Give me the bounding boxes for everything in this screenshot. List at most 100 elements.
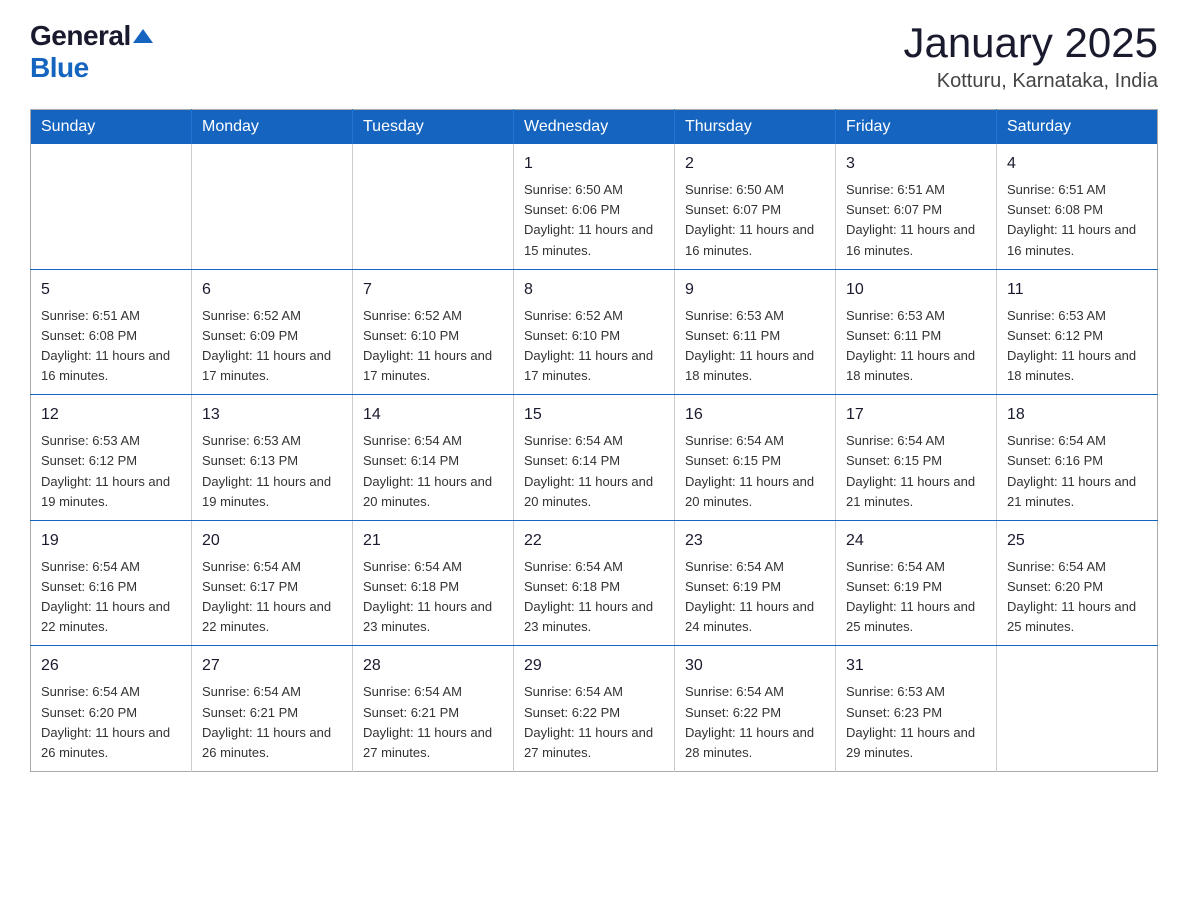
- day-number: 6: [202, 278, 342, 302]
- calendar-body: 1 Sunrise: 6:50 AMSunset: 6:06 PMDaylight…: [31, 144, 1158, 771]
- day-cell: 13 Sunrise: 6:53 AMSunset: 6:13 PMDayligh…: [192, 395, 353, 521]
- day-cell: 15 Sunrise: 6:54 AMSunset: 6:14 PMDayligh…: [514, 395, 675, 521]
- day-cell: 3 Sunrise: 6:51 AMSunset: 6:07 PMDaylight…: [836, 144, 997, 269]
- day-cell: 29 Sunrise: 6:54 AMSunset: 6:22 PMDayligh…: [514, 646, 675, 772]
- day-number: 10: [846, 278, 986, 302]
- logo-triangle-icon: [133, 29, 153, 43]
- day-info: Sunrise: 6:53 AMSunset: 6:12 PMDaylight:…: [1007, 306, 1147, 387]
- week-row-5: 26Sunrise: 6:54 AMSunset: 6:20 PMDayligh…: [31, 646, 1158, 772]
- day-cell: 30 Sunrise: 6:54 AMSunset: 6:22 PMDayligh…: [675, 646, 836, 772]
- day-number: 23: [685, 529, 825, 553]
- location-title: Kotturu, Karnataka, India: [903, 70, 1158, 93]
- day-cell: 19 Sunrise: 6:54 AMSunset: 6:16 PMDayligh…: [31, 520, 192, 646]
- day-cell: 1 Sunrise: 6:50 AMSunset: 6:06 PMDaylight…: [514, 144, 675, 269]
- day-number: 18: [1007, 403, 1147, 427]
- day-info: Sunrise: 6:54 AMSunset: 6:14 PMDaylight:…: [363, 431, 503, 512]
- day-number: 5: [41, 278, 181, 302]
- day-info: Sunrise: 6:54 AMSunset: 6:16 PMDaylight:…: [41, 557, 181, 638]
- day-info: Sunrise: 6:54 AMSunset: 6:14 PMDaylight:…: [524, 431, 664, 512]
- day-info: Sunrise: 6:54 AMSunset: 6:17 PMDaylight:…: [202, 557, 342, 638]
- day-info: Sunrise: 6:54 AMSunset: 6:18 PMDaylight:…: [363, 557, 503, 638]
- day-number: 29: [524, 654, 664, 678]
- day-cell: 28Sunrise: 6:54 AMSunset: 6:21 PMDayligh…: [353, 646, 514, 772]
- day-info: Sunrise: 6:54 AMSunset: 6:15 PMDaylight:…: [846, 431, 986, 512]
- day-cell: 21Sunrise: 6:54 AMSunset: 6:18 PMDayligh…: [353, 520, 514, 646]
- day-cell: 16Sunrise: 6:54 AMSunset: 6:15 PMDayligh…: [675, 395, 836, 521]
- calendar-table: SundayMondayTuesdayWednesdayThursdayFrid…: [30, 109, 1158, 772]
- day-number: 2: [685, 152, 825, 176]
- day-cell: [31, 144, 192, 269]
- day-info: Sunrise: 6:54 AMSunset: 6:18 PMDaylight:…: [524, 557, 664, 638]
- day-info: Sunrise: 6:53 AMSunset: 6:11 PMDaylight:…: [685, 306, 825, 387]
- day-number: 3: [846, 152, 986, 176]
- day-number: 19: [41, 529, 181, 553]
- day-cell: [192, 144, 353, 269]
- day-info: Sunrise: 6:54 AMSunset: 6:19 PMDaylight:…: [846, 557, 986, 638]
- day-number: 8: [524, 278, 664, 302]
- day-info: Sunrise: 6:54 AMSunset: 6:16 PMDaylight:…: [1007, 431, 1147, 512]
- header-cell-monday: Monday: [192, 110, 353, 145]
- header-cell-friday: Friday: [836, 110, 997, 145]
- day-cell: 9 Sunrise: 6:53 AMSunset: 6:11 PMDaylight…: [675, 269, 836, 395]
- day-info: Sunrise: 6:50 AMSunset: 6:06 PMDaylight:…: [524, 180, 664, 261]
- day-cell: 26Sunrise: 6:54 AMSunset: 6:20 PMDayligh…: [31, 646, 192, 772]
- logo: General Blue: [30, 20, 153, 84]
- day-number: 12: [41, 403, 181, 427]
- day-number: 13: [202, 403, 342, 427]
- day-info: Sunrise: 6:54 AMSunset: 6:15 PMDaylight:…: [685, 431, 825, 512]
- day-cell: 23 Sunrise: 6:54 AMSunset: 6:19 PMDayligh…: [675, 520, 836, 646]
- day-cell: 31Sunrise: 6:53 AMSunset: 6:23 PMDayligh…: [836, 646, 997, 772]
- header-cell-tuesday: Tuesday: [353, 110, 514, 145]
- day-cell: 2 Sunrise: 6:50 AMSunset: 6:07 PMDaylight…: [675, 144, 836, 269]
- day-cell: 11Sunrise: 6:53 AMSunset: 6:12 PMDayligh…: [997, 269, 1158, 395]
- header-cell-sunday: Sunday: [31, 110, 192, 145]
- day-info: Sunrise: 6:54 AMSunset: 6:22 PMDaylight:…: [685, 682, 825, 763]
- day-info: Sunrise: 6:51 AMSunset: 6:08 PMDaylight:…: [1007, 180, 1147, 261]
- day-number: 24: [846, 529, 986, 553]
- month-title: January 2025: [903, 20, 1158, 66]
- day-info: Sunrise: 6:54 AMSunset: 6:22 PMDaylight:…: [524, 682, 664, 763]
- day-info: Sunrise: 6:53 AMSunset: 6:13 PMDaylight:…: [202, 431, 342, 512]
- day-cell: 4Sunrise: 6:51 AMSunset: 6:08 PMDaylight…: [997, 144, 1158, 269]
- day-number: 1: [524, 152, 664, 176]
- day-number: 20: [202, 529, 342, 553]
- day-cell: 5Sunrise: 6:51 AMSunset: 6:08 PMDaylight…: [31, 269, 192, 395]
- week-row-1: 1 Sunrise: 6:50 AMSunset: 6:06 PMDaylight…: [31, 144, 1158, 269]
- day-number: 22: [524, 529, 664, 553]
- day-number: 14: [363, 403, 503, 427]
- page-header: General Blue January 2025 Kotturu, Karna…: [30, 20, 1158, 93]
- day-info: Sunrise: 6:52 AMSunset: 6:10 PMDaylight:…: [363, 306, 503, 387]
- day-number: 28: [363, 654, 503, 678]
- day-info: Sunrise: 6:54 AMSunset: 6:20 PMDaylight:…: [41, 682, 181, 763]
- day-cell: [997, 646, 1158, 772]
- day-cell: 17 Sunrise: 6:54 AMSunset: 6:15 PMDayligh…: [836, 395, 997, 521]
- day-info: Sunrise: 6:54 AMSunset: 6:20 PMDaylight:…: [1007, 557, 1147, 638]
- day-info: Sunrise: 6:53 AMSunset: 6:12 PMDaylight:…: [41, 431, 181, 512]
- day-cell: 6 Sunrise: 6:52 AMSunset: 6:09 PMDaylight…: [192, 269, 353, 395]
- day-number: 30: [685, 654, 825, 678]
- day-cell: 7Sunrise: 6:52 AMSunset: 6:10 PMDaylight…: [353, 269, 514, 395]
- day-info: Sunrise: 6:52 AMSunset: 6:10 PMDaylight:…: [524, 306, 664, 387]
- day-info: Sunrise: 6:51 AMSunset: 6:07 PMDaylight:…: [846, 180, 986, 261]
- header-cell-saturday: Saturday: [997, 110, 1158, 145]
- logo-blue-text: Blue: [30, 52, 89, 84]
- day-info: Sunrise: 6:52 AMSunset: 6:09 PMDaylight:…: [202, 306, 342, 387]
- day-cell: 12 Sunrise: 6:53 AMSunset: 6:12 PMDayligh…: [31, 395, 192, 521]
- day-info: Sunrise: 6:53 AMSunset: 6:11 PMDaylight:…: [846, 306, 986, 387]
- day-cell: [353, 144, 514, 269]
- day-cell: 18 Sunrise: 6:54 AMSunset: 6:16 PMDayligh…: [997, 395, 1158, 521]
- header-cell-wednesday: Wednesday: [514, 110, 675, 145]
- day-cell: 20 Sunrise: 6:54 AMSunset: 6:17 PMDayligh…: [192, 520, 353, 646]
- day-number: 9: [685, 278, 825, 302]
- header-row: SundayMondayTuesdayWednesdayThursdayFrid…: [31, 110, 1158, 145]
- day-cell: 22 Sunrise: 6:54 AMSunset: 6:18 PMDayligh…: [514, 520, 675, 646]
- day-info: Sunrise: 6:54 AMSunset: 6:21 PMDaylight:…: [202, 682, 342, 763]
- day-info: Sunrise: 6:54 AMSunset: 6:19 PMDaylight:…: [685, 557, 825, 638]
- day-number: 15: [524, 403, 664, 427]
- day-cell: 24 Sunrise: 6:54 AMSunset: 6:19 PMDayligh…: [836, 520, 997, 646]
- logo-general-text: General: [30, 20, 131, 52]
- day-cell: 27Sunrise: 6:54 AMSunset: 6:21 PMDayligh…: [192, 646, 353, 772]
- day-cell: 10 Sunrise: 6:53 AMSunset: 6:11 PMDayligh…: [836, 269, 997, 395]
- day-number: 17: [846, 403, 986, 427]
- day-info: Sunrise: 6:50 AMSunset: 6:07 PMDaylight:…: [685, 180, 825, 261]
